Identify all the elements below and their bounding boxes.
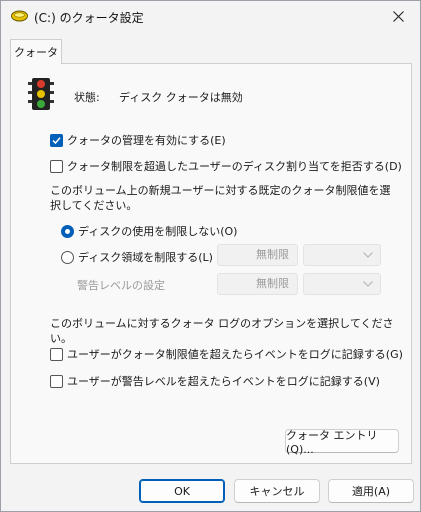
limit-disk-label: ディスク領域を制限する(L): [78, 251, 213, 264]
warning-level-label: 警告レベルの設定: [77, 279, 165, 292]
checkbox-box[interactable]: [50, 347, 63, 361]
cancel-button[interactable]: キャンセル: [234, 479, 320, 503]
drive-icon: [11, 10, 28, 22]
title-bar: (C:) のクォータ設定: [1, 1, 420, 32]
warning-unit-dropdown[interactable]: [303, 273, 381, 295]
checkbox-box[interactable]: [50, 133, 63, 147]
radio-button[interactable]: [61, 224, 74, 238]
window-title: (C:) のクォータ設定: [34, 11, 144, 25]
traffic-light-icon: [28, 78, 54, 110]
log-warning-checkbox[interactable]: ユーザーが警告レベルを超えたらイベントをログに記録する(V): [50, 373, 380, 389]
status-label: 状態:: [74, 91, 100, 104]
log-warning-label: ユーザーが警告レベルを超えたらイベントをログに記録する(V): [67, 375, 380, 388]
enable-quota-checkbox[interactable]: クォータの管理を有効にする(E): [50, 132, 226, 148]
close-button[interactable]: [376, 1, 420, 32]
limit-unit-dropdown[interactable]: [303, 244, 381, 266]
deny-space-checkbox[interactable]: クォータ制限を超過したユーザーのディスク割り当てを拒否する(D): [50, 158, 402, 174]
log-limit-label: ユーザーがクォータ制限値を超えたらイベントをログに記録する(G): [67, 348, 403, 361]
no-limit-radio[interactable]: ディスクの使用を制限しない(O): [61, 223, 237, 239]
checkmark-icon: [52, 136, 61, 144]
quota-entries-button[interactable]: クォータ エントリ(Q)...: [285, 429, 399, 456]
warning-value-field[interactable]: 無制限: [217, 273, 298, 295]
deny-space-label: クォータ制限を超過したユーザーのディスク割り当てを拒否する(D): [67, 160, 402, 173]
default-limit-description: このボリューム上の新規ユーザーに対する既定のクォータ制限値を選択してください。: [50, 184, 391, 212]
checkbox-box[interactable]: [50, 159, 63, 173]
close-icon: [392, 11, 404, 22]
chevron-down-icon: [363, 281, 373, 287]
enable-quota-label: クォータの管理を有効にする(E): [67, 134, 226, 147]
log-limit-checkbox[interactable]: ユーザーがクォータ制限値を超えたらイベントをログに記録する(G): [50, 346, 403, 362]
apply-button[interactable]: 適用(A): [328, 479, 414, 503]
limit-disk-radio[interactable]: ディスク領域を制限する(L): [61, 249, 213, 265]
status-value: ディスク クォータは無効: [119, 91, 243, 104]
quota-settings-dialog: (C:) のクォータ設定 クォータ 状態: ディスク クォータは無効 クォータの…: [0, 0, 421, 512]
logging-description: このボリュームに対するクォータ ログのオプションを選択してください。: [50, 317, 394, 345]
limit-value-field[interactable]: 無制限: [217, 244, 298, 266]
tab-quota[interactable]: クォータ: [10, 39, 62, 64]
chevron-down-icon: [363, 252, 373, 258]
radio-button[interactable]: [61, 250, 74, 264]
no-limit-label: ディスクの使用を制限しない(O): [78, 225, 238, 238]
checkbox-box[interactable]: [50, 374, 63, 388]
ok-button[interactable]: OK: [139, 479, 225, 503]
